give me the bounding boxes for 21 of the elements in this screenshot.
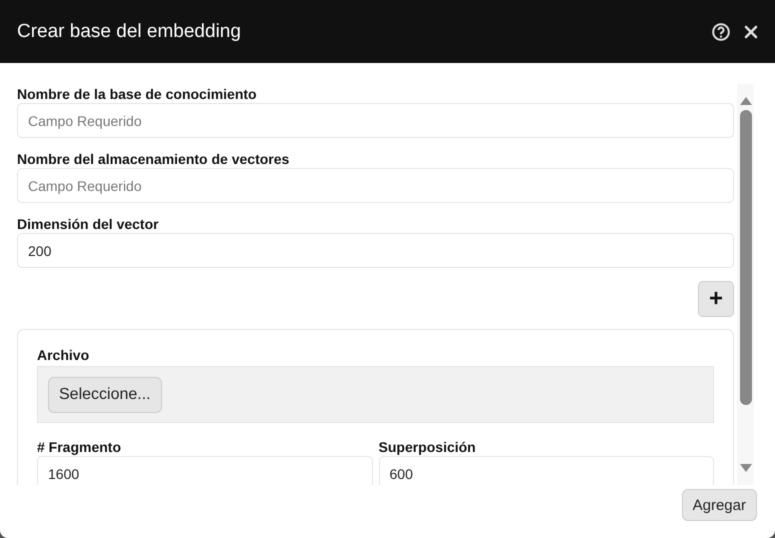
field-label: Nombre del almacenamiento de vectores xyxy=(17,151,290,168)
close-icon[interactable] xyxy=(744,24,758,38)
window-title: Crear base del embedding xyxy=(17,20,242,42)
input-field[interactable]: 200 xyxy=(17,233,734,268)
field-label: Superposición xyxy=(378,439,477,456)
field-label: Nombre de la base de conocimiento xyxy=(17,86,258,103)
add-button[interactable]: + xyxy=(698,281,734,317)
field-label: # Fragmento xyxy=(37,439,122,456)
input-field[interactable]: 1600 xyxy=(37,456,372,485)
scroll-up-icon[interactable] xyxy=(738,96,752,106)
input-field[interactable]: Campo Requerido xyxy=(17,168,734,203)
add-button[interactable]: Agregar xyxy=(682,489,757,521)
scrollbar[interactable] xyxy=(737,84,754,485)
select-file-button[interactable]: Seleccione... xyxy=(48,376,162,412)
input-field[interactable]: 600 xyxy=(378,456,714,485)
field-label: Dimensión del vector xyxy=(17,216,160,233)
scroll-down-icon[interactable] xyxy=(738,463,752,473)
input-field[interactable]: Campo Requerido xyxy=(17,103,734,138)
scroll-thumb[interactable] xyxy=(740,110,752,405)
field-label: Archivo xyxy=(37,347,90,364)
help-icon[interactable] xyxy=(712,22,730,40)
